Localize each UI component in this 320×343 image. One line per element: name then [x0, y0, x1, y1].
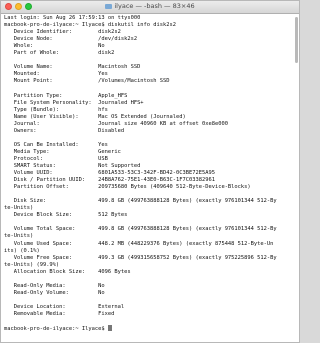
scroll-thumb[interactable]	[295, 17, 298, 63]
terminal-line: its) (0.1%)	[4, 248, 291, 255]
terminal-line-text: Owners: Disabled	[4, 127, 125, 134]
terminal-line-text: Volume Used Space: 448.2 MB (448229376 B…	[4, 240, 274, 247]
terminal-line-text: Mounted: Yes	[4, 71, 108, 78]
terminal-line-text: Name (User Visible): Mac OS Extended (Jo…	[4, 113, 186, 120]
home-folder-icon	[105, 4, 113, 9]
terminal-line-text: Device Node: /dev/disk2s2	[4, 36, 138, 43]
window-title-container: ilyace — -bash — 83×46	[1, 2, 299, 10]
terminal-line-text: Partition Type: Apple_HFS	[4, 92, 128, 99]
terminal-line-text: te-Units)	[4, 233, 34, 240]
terminal-line: Journal: Journal size 40960 KB at offset…	[4, 121, 291, 128]
prompt-line: macbook-pro-de-ilyace:~ Ilyace$	[4, 325, 291, 332]
terminal-output[interactable]: Last login: Sun Aug 26 17:59:13 on ttys0…	[4, 15, 291, 340]
terminal-line: Read-Only Volume: No	[4, 290, 291, 297]
terminal-line: Volume Free Space: 499.3 GB (49931565875…	[4, 255, 291, 262]
terminal-line-text: macbook-pro-de-ilyace:~ Ilyace$	[4, 326, 108, 333]
scrollbar[interactable]	[293, 15, 298, 340]
terminal-line: Owners: Disabled	[4, 128, 291, 135]
terminal-line-text: Disk / Partition UUID: 24B8A762-75E1-43E…	[4, 177, 215, 184]
terminal-line: te-Units) (99.9%)	[4, 262, 291, 269]
terminal-line: Protocol: USB	[4, 156, 291, 163]
terminal-line-text: Partition Offset: 209735680 Bytes (40964…	[4, 184, 251, 191]
terminal-line-text: te-Units)	[4, 205, 34, 212]
terminal-window: ilyace — -bash — 83×46 Last login: Sun A…	[0, 0, 300, 343]
terminal-line: Name (User Visible): Mac OS Extended (Jo…	[4, 114, 291, 121]
terminal-line-text: File System Personality: Journaled HFS+	[4, 99, 144, 106]
terminal-line: Volume Name: Macintosh SSD	[4, 64, 291, 71]
terminal-line-text: Read-Only Volume: No	[4, 289, 105, 296]
terminal-line: Device Identifier: disk2s2	[4, 29, 291, 36]
terminal-line: Last login: Sun Aug 26 17:59:13 on ttys0…	[4, 15, 291, 22]
terminal-line-text: Device Identifier: disk2s2	[4, 29, 121, 36]
terminal-line-text: macbook-pro-de-ilyace:~ Ilyace$ diskutil…	[4, 22, 177, 29]
terminal-line: te-Units)	[4, 233, 291, 240]
terminal-line-text: Volume Name: Macintosh SSD	[4, 64, 141, 71]
terminal-line: Whole: No	[4, 43, 291, 50]
terminal-line: Disk Size: 499.8 GB (499763888128 Bytes)…	[4, 198, 291, 205]
terminal-line-text: Volume Total Space: 499.8 GB (4997638881…	[4, 226, 277, 233]
terminal-line-text: Protocol: USB	[4, 155, 108, 162]
terminal-line-text: Device Block Size: 512 Bytes	[4, 212, 128, 219]
terminal-line-text: Whole: No	[4, 43, 105, 50]
terminal-line: Mounted: Yes	[4, 71, 291, 78]
terminal-line-text: Type (Bundle): hfs	[4, 106, 108, 113]
terminal-line: Part of Whole: disk2	[4, 50, 291, 57]
terminal-line-text: Disk Size: 499.8 GB (499763888128 Bytes)…	[4, 198, 277, 205]
terminal-line: Volume Used Space: 448.2 MB (448229376 B…	[4, 241, 291, 248]
terminal-line: Mount Point: /Volumes/Macintosh SSD	[4, 78, 291, 85]
terminal-line: Device Node: /dev/disk2s2	[4, 36, 291, 43]
terminal-line: macbook-pro-de-ilyace:~ Ilyace$ diskutil…	[4, 22, 291, 29]
terminal-line-text: its) (0.1%)	[4, 247, 40, 254]
terminal-line: Disk / Partition UUID: 24B8A762-75E1-43E…	[4, 177, 291, 184]
terminal-line: Partition Type: Apple_HFS	[4, 93, 291, 100]
title-bar[interactable]: ilyace — -bash — 83×46	[1, 1, 299, 14]
terminal-line: Partition Offset: 209735680 Bytes (40964…	[4, 184, 291, 191]
terminal-line-text: Volume Free Space: 499.3 GB (49931565875…	[4, 254, 277, 261]
terminal-line: Volume UUID: 6801A533-53C3-342F-BD42-0C3…	[4, 170, 291, 177]
terminal-line-text: Last login: Sun Aug 26 17:59:13 on ttys0…	[4, 15, 141, 21]
terminal-line-text: Mount Point: /Volumes/Macintosh SSD	[4, 78, 170, 85]
terminal-line: te-Units)	[4, 205, 291, 212]
terminal-line-text: te-Units) (99.9%)	[4, 261, 60, 268]
terminal-line: Device Block Size: 512 Bytes	[4, 212, 291, 219]
terminal-line: Media Type: Generic	[4, 149, 291, 156]
terminal-line-text: Read-Only Media: No	[4, 282, 105, 289]
terminal-line-text: Part of Whole: disk2	[4, 50, 115, 57]
window-title: ilyace — -bash — 83×46	[114, 2, 195, 10]
terminal-line: Read-Only Media: No	[4, 283, 291, 290]
terminal-line-text: Removable Media: Fixed	[4, 310, 115, 317]
terminal-line-text: Device Location: External	[4, 303, 125, 310]
terminal-line-text: Allocation Block Size: 4096 Bytes	[4, 268, 131, 275]
terminal-line: File System Personality: Journaled HFS+	[4, 100, 291, 107]
terminal-line: OS Can Be Installed: Yes	[4, 142, 291, 149]
terminal-line: SMART Status: Not Supported	[4, 163, 291, 170]
terminal-line-text: SMART Status: Not Supported	[4, 162, 141, 169]
terminal-line-text: OS Can Be Installed: Yes	[4, 141, 108, 148]
terminal-line: Volume Total Space: 499.8 GB (4997638881…	[4, 226, 291, 233]
terminal-line: Allocation Block Size: 4096 Bytes	[4, 269, 291, 276]
terminal-line: Device Location: External	[4, 304, 291, 311]
terminal-line-text: Journal: Journal size 40960 KB at offset…	[4, 120, 228, 127]
terminal-line-text: Volume UUID: 6801A533-53C3-342F-BD42-0C3…	[4, 170, 215, 177]
terminal-line: Type (Bundle): hfs	[4, 107, 291, 114]
terminal-line-text: Media Type: Generic	[4, 148, 121, 155]
text-cursor	[107, 325, 112, 332]
terminal-line: Removable Media: Fixed	[4, 311, 291, 318]
